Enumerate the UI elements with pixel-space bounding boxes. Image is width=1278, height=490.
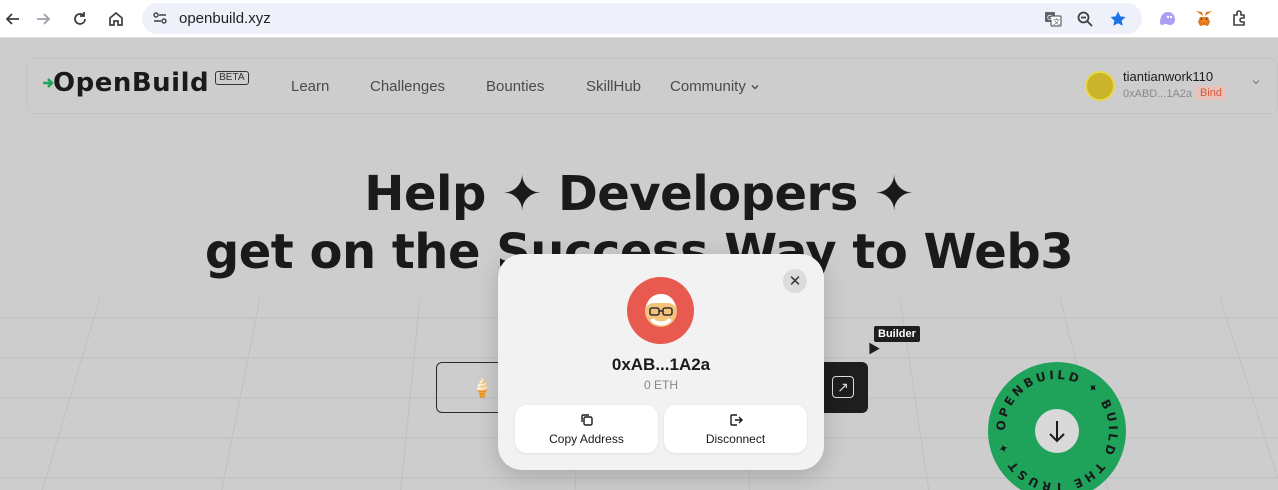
external-link-icon: ↗ — [832, 376, 854, 398]
nav-challenges[interactable]: Challenges — [370, 78, 445, 95]
hero-external-link-button[interactable]: ↗ — [818, 362, 868, 413]
user-name[interactable]: tiantianwork110 — [1123, 69, 1213, 84]
nav-learn[interactable]: Learn — [291, 78, 329, 95]
nav-bounties[interactable]: Bounties — [486, 78, 544, 95]
wallet-account-modal: ✕ 0xAB...1A2a 0 ETH Copy Address Disconn — [498, 254, 824, 470]
browser-toolbar: openbuild.xyz G文 — [0, 0, 1278, 38]
build-the-trust-badge[interactable]: OPENBUILD ✦ BUILD THE TRUST ✦ — [988, 362, 1126, 490]
close-icon[interactable]: ✕ — [783, 269, 807, 293]
svg-text:G: G — [1047, 14, 1052, 22]
copy-address-label: Copy Address — [549, 432, 624, 446]
site-settings-icon[interactable] — [150, 8, 170, 28]
disconnect-icon — [664, 413, 807, 427]
ghost-extension-icon[interactable] — [1156, 7, 1178, 29]
disconnect-label: Disconnect — [705, 432, 766, 446]
nav-skillhub[interactable]: SkillHub — [586, 78, 641, 95]
openbuild-logo[interactable]: OpenBuild BETA — [41, 68, 249, 98]
logo-text: OpenBuild — [53, 68, 210, 98]
hero-title-line1: Help ✦ Developers ✦ — [364, 166, 914, 222]
disconnect-button[interactable]: Disconnect — [664, 405, 807, 453]
builder-tag: Builder — [874, 326, 920, 342]
account-balance: 0 ETH — [643, 378, 678, 392]
copy-icon — [515, 413, 658, 427]
metamask-fox-icon[interactable] — [1193, 7, 1215, 29]
zoom-icon[interactable] — [1074, 8, 1096, 30]
user-menu-chevron-icon[interactable] — [1251, 77, 1261, 87]
ice-cream-icon: 🍦 — [471, 378, 494, 398]
site-header: OpenBuild BETA Learn Challenges Bounties… — [26, 58, 1278, 114]
bookmark-star-icon[interactable] — [1107, 8, 1129, 30]
beta-badge: BETA — [215, 71, 249, 85]
address-bar[interactable]: openbuild.xyz G文 — [142, 3, 1142, 34]
chevron-down-icon — [751, 84, 759, 89]
nav-community[interactable]: Community — [670, 78, 760, 95]
page-content: OpenBuild BETA Learn Challenges Bounties… — [0, 38, 1278, 490]
user-avatar[interactable] — [1085, 71, 1115, 101]
back-arrow-icon[interactable] — [0, 6, 26, 32]
grandpa-emoji-icon — [644, 293, 677, 327]
account-avatar — [627, 277, 694, 344]
account-address: 0xAB...1A2a — [611, 355, 711, 374]
nav-community-label: Community — [670, 78, 746, 95]
url-text[interactable]: openbuild.xyz — [179, 10, 271, 27]
bind-button[interactable]: Bind — [1196, 86, 1227, 100]
svg-text:文: 文 — [1053, 17, 1060, 26]
translate-icon[interactable]: G文 — [1042, 8, 1064, 30]
user-wallet-address: 0xABD...1A2a — [1123, 88, 1193, 100]
copy-address-button[interactable]: Copy Address — [515, 405, 658, 453]
extensions-puzzle-icon[interactable] — [1229, 7, 1251, 29]
forward-arrow-icon[interactable] — [30, 6, 56, 32]
home-icon[interactable] — [103, 6, 129, 32]
reload-icon[interactable] — [67, 6, 93, 32]
